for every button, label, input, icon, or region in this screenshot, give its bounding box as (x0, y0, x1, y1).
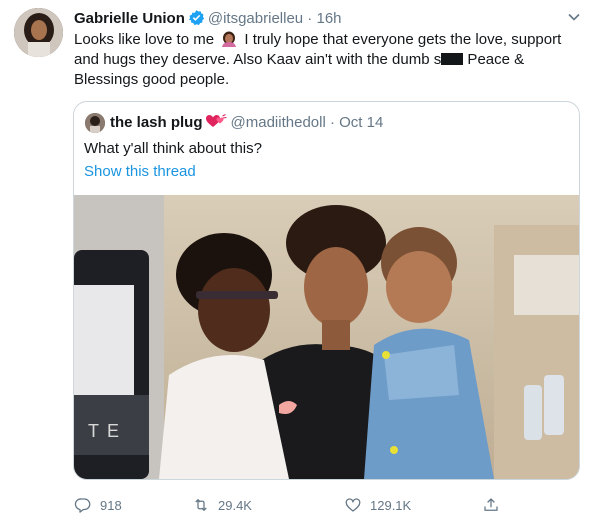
reply-button[interactable]: 918 (74, 496, 122, 516)
author-handle[interactable]: @itsgabrielleu (208, 10, 303, 27)
tweet-header: Gabrielle Union @itsgabrielleu · 16h (74, 9, 342, 28)
redaction-bar (441, 53, 464, 65)
header-separator: · (303, 10, 317, 27)
quoted-author-avatar[interactable] (85, 113, 105, 133)
retweet-count: 29.4K (218, 498, 252, 513)
reply-icon (74, 498, 91, 513)
quoted-separator: · (325, 114, 340, 131)
woman-emoji-icon (222, 31, 237, 47)
share-button[interactable] (482, 496, 508, 516)
quoted-tweet[interactable]: the lash plug @madiithedoll · Oct 14 What… (73, 101, 580, 480)
tweet-time[interactable]: 16h (316, 10, 341, 27)
tweet-text: Looks like love to me I truly hope that … (74, 30, 579, 90)
share-icon (484, 498, 498, 511)
author-avatar[interactable] (14, 8, 63, 57)
tweet-text-part-1: Looks like love to me (74, 31, 219, 48)
show-thread-link[interactable]: Show this thread (84, 162, 196, 182)
verified-badge-icon (188, 10, 204, 26)
chevron-down-icon[interactable] (567, 10, 581, 24)
like-icon (345, 498, 361, 512)
tweet-card[interactable]: Gabrielle Union @itsgabrielleu · 16h Look… (0, 0, 593, 520)
quoted-header: the lash plug @madiithedoll · Oct 14 (110, 114, 383, 132)
svg-text:TE: TE (88, 421, 127, 441)
author-name[interactable]: Gabrielle Union (74, 10, 185, 27)
quoted-date[interactable]: Oct 14 (339, 114, 383, 131)
like-button[interactable]: 129.1K (344, 496, 411, 516)
quoted-handle[interactable]: @madiithedoll (231, 114, 326, 131)
retweet-button[interactable]: 29.4K (192, 496, 252, 516)
reply-count: 918 (100, 498, 122, 513)
quoted-photo[interactable]: TE (74, 195, 579, 479)
action-bar: 918 29.4K 129.1K (74, 496, 504, 516)
retweet-icon (195, 499, 207, 511)
quoted-text: What y'all think about this? (84, 140, 262, 157)
heart-emoji-icon (205, 114, 227, 127)
like-count: 129.1K (370, 498, 412, 513)
quoted-author-name[interactable]: the lash plug (110, 114, 203, 131)
